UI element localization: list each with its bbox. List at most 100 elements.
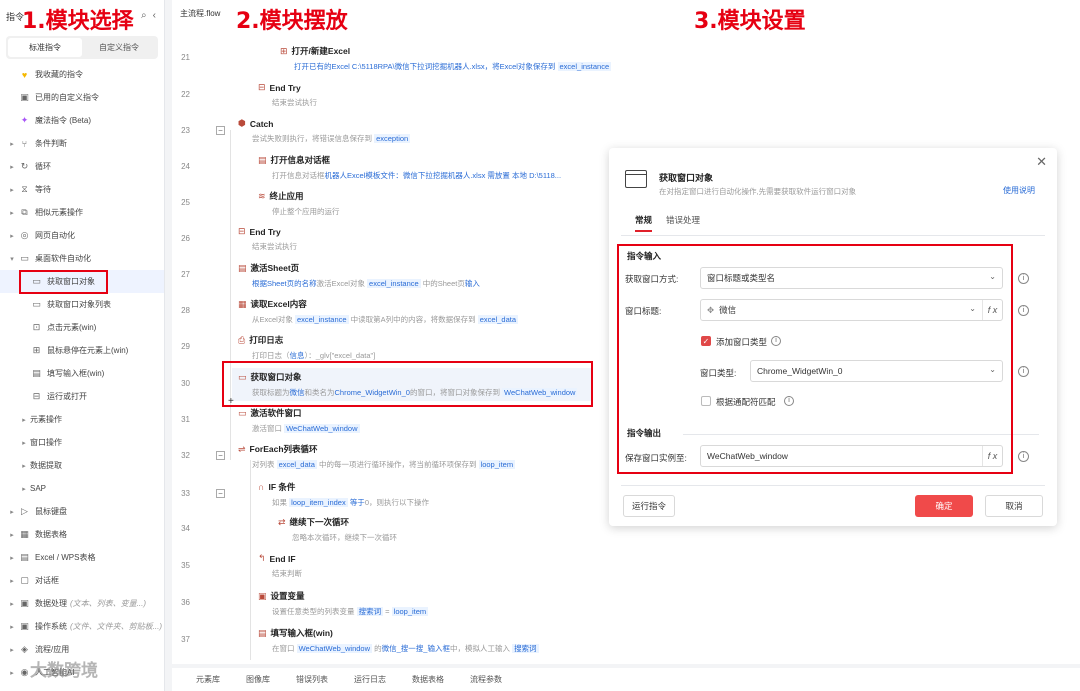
- chevron-icon: ▸: [10, 646, 14, 654]
- bottom-tab[interactable]: 图像库: [246, 674, 270, 685]
- collapse-toggle[interactable]: −: [216, 451, 225, 460]
- line-number: 35: [181, 561, 190, 570]
- tab-standard[interactable]: 标准指令: [8, 38, 82, 57]
- sidebar-item[interactable]: ▸ ▣ 数据处理 (文本、列表、变量...): [0, 592, 164, 615]
- info-icon[interactable]: i: [1018, 273, 1029, 284]
- sidebar-item[interactable]: ⊡ 点击元素(win): [0, 316, 164, 339]
- flow-step[interactable]: ▣ 设置变量 设置任意类型的列表变量 搜索词 = loop_item: [258, 590, 429, 617]
- sidebar-item[interactable]: ▸ ⑂ 条件判断: [0, 132, 164, 155]
- sidebar-item[interactable]: ▭ 获取窗口对象列表: [0, 293, 164, 316]
- desc-segment: 尝试失败则执行，将错误信息保存到: [252, 134, 375, 143]
- window-icon: [625, 170, 647, 188]
- step-description: 设置任意类型的列表变量 搜索词 = loop_item: [258, 606, 429, 617]
- desc-segment: 对列表: [252, 460, 277, 469]
- info-icon[interactable]: i: [1018, 451, 1029, 462]
- search-icon[interactable]: ⌕: [141, 10, 147, 21]
- flow-step[interactable]: ▭ 激活软件窗口 激活窗口 WeChatWeb_window: [238, 407, 360, 434]
- bottom-tab[interactable]: 错误列表: [296, 674, 328, 685]
- desc-segment: excel_data: [276, 460, 317, 469]
- sidebar-item[interactable]: ▸ ▷ 鼠标键盘: [0, 500, 164, 523]
- desc-segment: 微信: [289, 388, 305, 397]
- collapse-toggle[interactable]: −: [216, 126, 225, 135]
- sidebar-item[interactable]: ▸ ↻ 循环: [0, 155, 164, 178]
- sidebar-item[interactable]: ♥ 我收藏的指令: [0, 63, 164, 86]
- collapse-icon[interactable]: ‹: [153, 10, 156, 21]
- get-window-dialog: ✕ 获取窗口对象 在对指定窗口进行自动化操作,先需要获取软件运行窗口对象 使用说…: [609, 148, 1057, 526]
- flow-step[interactable]: ⇄ 继续下一次循环 忽略本次循环，继续下一次循环: [278, 516, 397, 543]
- window-type-select[interactable]: Chrome_WidgetWin_0 ⌄: [750, 360, 1003, 382]
- info-icon[interactable]: i: [1018, 366, 1029, 377]
- bottom-tab[interactable]: 流程参数: [470, 674, 502, 685]
- flow-step[interactable]: ∩ IF 条件 如果 loop_item_index 等于0，则执行以下操作: [258, 481, 429, 508]
- flow-step[interactable]: ▦ 读取Excel内容 从Excel对象 excel_instance 中读取第A列…: [238, 298, 519, 325]
- sidebar-item[interactable]: ▸ ▢ 对话框: [0, 569, 164, 592]
- bottom-tab[interactable]: 数据表格: [412, 674, 444, 685]
- watermark: 大数跨境: [30, 661, 98, 680]
- desc-segment: 设置任意类型的列表变量: [272, 607, 357, 616]
- sidebar-item[interactable]: ▾ ▭ 桌面软件自动化: [0, 247, 164, 270]
- save-var-input[interactable]: WeChatWeb_window f x: [700, 445, 1003, 467]
- flow-step[interactable]: ⇌ ForEach列表循环 对列表 excel_data 中的每一项进行循环操作，将…: [238, 443, 516, 470]
- fx-icon[interactable]: f x: [982, 300, 1002, 320]
- tab-error-handling[interactable]: 错误处理: [666, 214, 700, 232]
- flow-step[interactable]: ▭ 获取窗口对象 获取标题为微信和类名为Chrome_WidgetWin_0的窗口，…: [232, 368, 592, 401]
- sidebar-item[interactable]: ⊟ 运行或打开: [0, 385, 164, 408]
- sidebar-item[interactable]: ▸ ▣ 操作系统 (文件、文件夹、剪贴板...): [0, 615, 164, 638]
- flow-step[interactable]: ▤ 激活Sheet页 根据Sheet页的名称激活Excel对象 excel_inst…: [238, 262, 480, 289]
- puzzle-icon: ✥: [707, 304, 715, 315]
- flow-step[interactable]: ▤ 打开信息对话框 打开信息对话框机器人Excel模板文件：微信下拉挖掘机器人.xl…: [258, 154, 561, 181]
- sidebar-item[interactable]: ▸ ⧉ 相似元素操作: [0, 201, 164, 224]
- flow-step[interactable]: ⬢ Catch 尝试失败则执行，将错误信息保存到 exception: [238, 118, 411, 144]
- flow-step[interactable]: ≋ 终止应用 停止整个应用的运行: [258, 190, 340, 217]
- sidebar-item[interactable]: ▸ 窗口操作: [0, 431, 164, 454]
- chevron-icon: ▸: [10, 163, 14, 171]
- sidebar-item[interactable]: ▸ 元素操作: [0, 408, 164, 431]
- sidebar-item-label: 网页自动化: [35, 231, 75, 240]
- desc-segment: 等于: [349, 498, 365, 507]
- window-title-select[interactable]: ✥ 微信 ⌄ f x: [700, 299, 1003, 321]
- sidebar-item[interactable]: ▸ SAP: [0, 477, 164, 500]
- globe-icon: ◎: [20, 230, 29, 240]
- help-link[interactable]: 使用说明: [1003, 185, 1035, 196]
- close-icon[interactable]: ✕: [1036, 154, 1047, 170]
- desc-segment: 中的每一项进行循环操作，将当前循环项保存到: [316, 460, 479, 469]
- sidebar-item[interactable]: ⊞ 鼠标悬停在元素上(win): [0, 339, 164, 362]
- tab-general[interactable]: 常规: [635, 214, 653, 232]
- desc-segment: 停止整个应用的运行: [272, 207, 340, 216]
- cancel-button[interactable]: 取消: [985, 495, 1043, 517]
- tab-custom[interactable]: 自定义指令: [82, 38, 156, 57]
- bottom-tab[interactable]: 运行日志: [354, 674, 386, 685]
- flow-step[interactable]: ⊟ End Try 结束尝试执行: [238, 226, 297, 252]
- add-type-checkbox[interactable]: ✓: [701, 336, 711, 346]
- wildcard-checkbox[interactable]: [701, 396, 711, 406]
- sidebar-item[interactable]: ✦ 魔法指令 (Beta): [0, 109, 164, 132]
- sidebar-item[interactable]: ▭ 获取窗口对象: [0, 270, 164, 293]
- info-icon[interactable]: i: [771, 336, 781, 346]
- sidebar-item[interactable]: ▸ ▦ 数据表格: [0, 523, 164, 546]
- ok-button[interactable]: 确定: [915, 495, 973, 517]
- collapse-toggle[interactable]: −: [216, 489, 225, 498]
- info-icon[interactable]: i: [1018, 305, 1029, 316]
- bottom-tab[interactable]: 元素库: [196, 674, 220, 685]
- flow-step[interactable]: ↰ End IF 结束判断: [258, 553, 302, 579]
- sidebar-item[interactable]: ▣ 已用的自定义指令: [0, 86, 164, 109]
- editor-tab[interactable]: 主流程.flow: [180, 8, 220, 19]
- flow-step[interactable]: ⎙ 打印日志 打印日志（信息）：_glv["excel_data"]: [238, 334, 375, 361]
- sidebar-item[interactable]: ▸ 数据提取: [0, 454, 164, 477]
- info-icon[interactable]: i: [784, 396, 794, 406]
- flow-step[interactable]: ⊞ 打开/新建Excel 打开已有的Excel C:\5118RPA\微信下拉词挖掘…: [280, 45, 612, 72]
- sidebar-item[interactable]: ▸ ◎ 网页自动化: [0, 224, 164, 247]
- line-number: 28: [181, 306, 190, 315]
- sidebar-item[interactable]: ▸ ⧖ 等待: [0, 178, 164, 201]
- catch-icon: ⬢: [238, 118, 246, 128]
- sidebar-item-label: 窗口操作: [30, 438, 62, 447]
- fx-icon[interactable]: f x: [982, 446, 1002, 466]
- flow-step[interactable]: ▤ 填写输入框(win) 在窗口 WeChatWeb_window 的微信_搜一搜_…: [258, 627, 539, 654]
- run-command-button[interactable]: 运行指令: [623, 495, 675, 517]
- flow-step[interactable]: ⊟ End Try 结束尝试执行: [258, 82, 317, 108]
- sidebar-item[interactable]: ▸ ▤ Excel / WPS表格: [0, 546, 164, 569]
- sidebar-item[interactable]: ▤ 填写输入框(win): [0, 362, 164, 385]
- method-select[interactable]: 窗口标题或类型名 ⌄: [700, 267, 1003, 289]
- step-description: 打开信息对话框机器人Excel模板文件：微信下拉挖掘机器人.xlsx 需放置 本…: [258, 170, 561, 181]
- sidebar-list: ♥ 我收藏的指令 ▣ 已用的自定义指令 ✦ 魔法指令 (Beta) ▸ ⑂ 条件判断 ▸ ↻ 循环 ▸ ⧖…: [0, 63, 164, 684]
